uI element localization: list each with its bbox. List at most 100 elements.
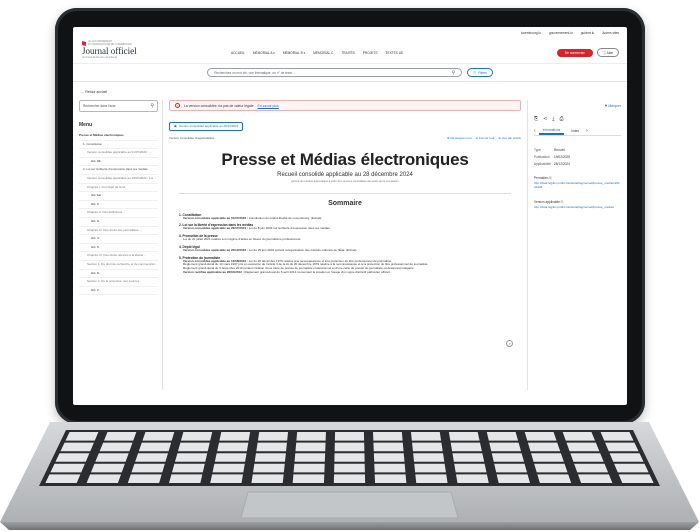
print-icon[interactable]: ⎙ (559, 116, 563, 122)
menu-item[interactable]: Chapitre I. Du l'objet de la loi (79, 184, 158, 193)
menu-item[interactable]: Chapitre II. Des définitions (79, 209, 158, 218)
expand-all-button[interactable]: ⊕ Développer tout (447, 136, 472, 140)
deck-edge (0, 522, 699, 530)
trackpad[interactable] (240, 491, 459, 519)
copy-icon[interactable]: ⎘ (549, 176, 552, 180)
nav-memorial-a[interactable]: MÉMORIAL A ▾ (253, 51, 275, 55)
nav-traites[interactable]: TRAITÉS (341, 51, 354, 55)
publication-value: 19/02/2025 (554, 155, 570, 159)
help-button[interactable]: ⓘ Aide (596, 48, 619, 57)
alert-text: La version consolidée n'a pas de valeur … (184, 103, 254, 108)
nav-textes-ue[interactable]: TEXTES UE (386, 51, 404, 55)
menu-item[interactable]: Chapitre III. Des droits des journaliste… (79, 227, 158, 236)
search-icon[interactable]: ⚲ (150, 103, 154, 109)
summary-title: Sommaire (328, 199, 362, 207)
keyboard-key (131, 463, 165, 473)
version-applicable-url[interactable]: http://data.legilux.public.lu/eli/etat/l… (534, 205, 621, 210)
permalink-label: Permalien ⎘ (534, 176, 621, 180)
filters-button[interactable]: ☰ Filtres (467, 68, 493, 77)
tab-index[interactable]: Index (567, 128, 583, 134)
nav-memorial-b[interactable]: MÉMORIAL B ▾ (283, 51, 305, 55)
menu-item[interactable]: Art. 6. (79, 270, 158, 279)
keyboard-key (296, 432, 326, 441)
tab-informations[interactable]: Informations (538, 127, 565, 135)
keyboard-key (566, 442, 600, 452)
nav-accueil[interactable]: ACCUEIL (231, 51, 245, 55)
document-subtitle: Recueil consolidé applicable au 28 décem… (277, 171, 413, 178)
act-search-input[interactable]: Rechercher dans l'acte ⚲ (79, 100, 158, 112)
menu-item[interactable]: Art. 1er . (79, 192, 158, 201)
keyboard-key (214, 453, 247, 462)
keyboard-key (50, 463, 85, 473)
keyboard-key (524, 432, 557, 441)
menu-item[interactable]: Section 1. Du droit de recherche et de c… (79, 261, 158, 270)
menu-item[interactable]: Art. 4. (79, 235, 158, 244)
menu-item[interactable]: Version consolidée applicable au 26/07/2… (79, 175, 158, 184)
versions-label[interactable]: Version consolidée d'applicabilités (169, 136, 214, 140)
copy-icon[interactable]: ⎘ (561, 200, 564, 204)
topbar-link-gouvernement[interactable]: gouvernement.lu (549, 31, 573, 35)
site-title: Journal officiel (82, 46, 137, 56)
summary-entry[interactable]: Version rectifiée applicable au 26/04/20… (179, 270, 511, 275)
summary-entry[interactable]: Loi du 20 juillet 2021 relative à un rég… (179, 237, 511, 242)
type-key: Type (534, 148, 541, 152)
external-link-icon[interactable]: ↗ (506, 340, 513, 347)
menu-item[interactable]: Version consolidée applicable au 01/07/2… (79, 149, 158, 158)
menu-item[interactable]: Art. 2. (79, 201, 158, 210)
nav-memorial-c[interactable]: MÉMORIAL C (313, 51, 333, 55)
journal-brand[interactable]: Journal officiel du Grand-Duché de Luxem… (82, 46, 137, 59)
keyboard-deck (0, 422, 699, 530)
summary-entry[interactable]: Version consolidée applicable au 01/07/2… (179, 215, 511, 221)
keyboard-key (486, 432, 519, 441)
laptop-base (0, 418, 699, 532)
topbar-link-guichet[interactable]: guichet.lu (581, 31, 595, 35)
arrow-left-icon: ← (81, 90, 85, 94)
keyboard-key (95, 453, 129, 462)
nav-projets[interactable]: PROJETS (363, 51, 378, 55)
keyboard-key (414, 463, 446, 473)
article-view-button[interactable]: ⊞ Vue par article (498, 136, 521, 140)
search-icon[interactable]: ⚲ (452, 70, 456, 76)
collapse-all-button[interactable]: ⊖ Fermer tout (476, 136, 495, 140)
keyboard-key (334, 463, 365, 473)
summary-entry[interactable]: Version consolidée applicable au 23/12/2… (179, 248, 511, 253)
tree-actions: ⊕ Développer tout ⊖ Fermer tout ⊞ Vue pa… (447, 136, 521, 140)
chevron-left-icon[interactable]: ‹ (534, 128, 536, 134)
keyboard-key (180, 432, 213, 441)
share-icon[interactable]: ⋖ (543, 116, 547, 122)
bookmark-button[interactable]: ⚑ Marquer (534, 104, 621, 108)
keyboard-key (570, 453, 604, 462)
summary-entry[interactable]: Version consolidée applicable au 26/07/2… (179, 226, 511, 231)
search-input[interactable]: Recherchez un mot clé, une thématique, u… (207, 68, 463, 77)
topbar-link-luxembourg[interactable]: luxembourg.lu (521, 31, 541, 35)
summary-entry-text: Constitution du Grand-Duché de Luxembour… (247, 215, 322, 220)
keyboard-key (537, 474, 572, 483)
bookmark-label: Marquer (608, 104, 621, 108)
menu-item[interactable]: Art. 5. (79, 244, 158, 253)
menu-item[interactable]: Section 2. De la protection des sources (79, 278, 158, 287)
keyboard-key (334, 453, 365, 462)
download-icon[interactable]: ⤓ (552, 116, 554, 122)
topbar-link-autres[interactable]: Autres sites (602, 31, 619, 35)
login-button[interactable]: Se connecter (556, 48, 593, 57)
laptop-mockup: luxembourg.lu gouvernement.lu guichet.lu… (0, 0, 699, 532)
keyboard-key (171, 463, 205, 473)
menu-item[interactable]: Art. 7. (79, 287, 158, 296)
permalink-url[interactable]: http://data.legilux.public.lu/eli/etat/l… (534, 181, 621, 190)
menu-item[interactable]: 1. Constitution (79, 141, 158, 150)
menu-item[interactable]: Art. 3. (79, 218, 158, 227)
back-link[interactable]: ← Retour accueil (73, 82, 627, 100)
menu-item[interactable]: Chapitre IV. Des droits relevant à la li… (79, 252, 158, 261)
copy-icon[interactable]: ⎘ (534, 116, 538, 122)
alert-more-link[interactable]: En savoir plus (257, 104, 278, 108)
menu-item[interactable]: 2. Loi sur la liberté d'expression dans … (79, 166, 158, 175)
version-tag[interactable]: ▣ Version consolidée applicable au 28/12… (169, 121, 244, 131)
summary-entry-text: Loi du 20 juillet 2021 relative à un rég… (183, 237, 302, 242)
menu-item[interactable]: Art. 23. (79, 158, 158, 167)
keyboard-key (334, 432, 365, 441)
chevron-right-icon[interactable]: › (586, 128, 588, 134)
search-placeholder: Recherchez un mot clé, une thématique, u… (214, 70, 295, 75)
keyboard-key (450, 442, 482, 452)
keyboard-key (448, 432, 480, 441)
menu-item[interactable]: Presse et Médias électroniques (79, 132, 158, 141)
